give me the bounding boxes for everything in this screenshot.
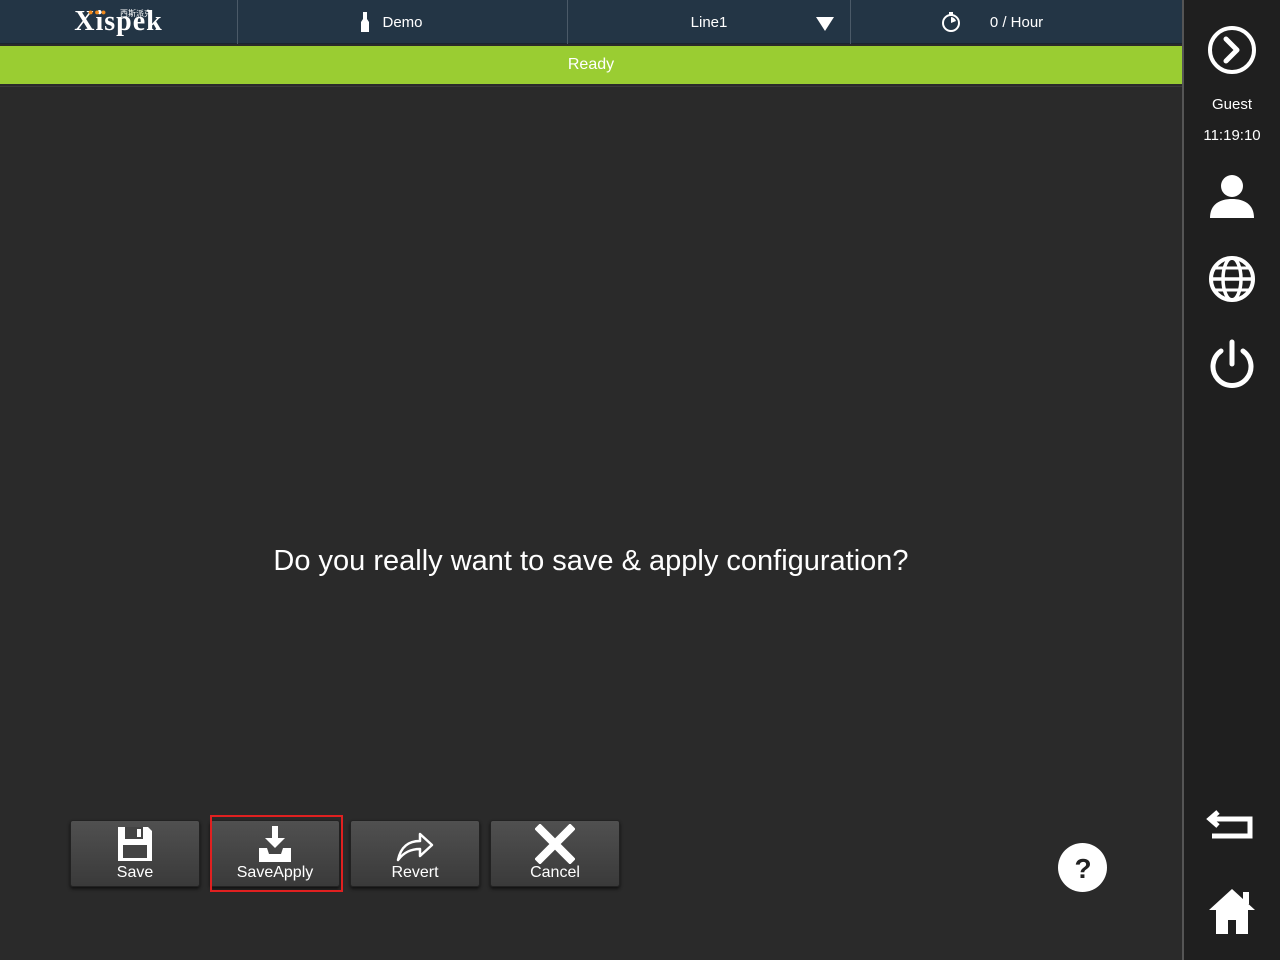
cancel-label: Cancel bbox=[530, 864, 580, 881]
logo-dots: ●●● bbox=[88, 7, 108, 17]
svg-text:?: ? bbox=[1074, 853, 1091, 883]
user-icon[interactable] bbox=[1206, 170, 1258, 222]
rate-value: 0 / Hour bbox=[989, 13, 1044, 31]
floppy-disk-icon bbox=[118, 827, 152, 861]
close-icon bbox=[535, 824, 575, 864]
help-button[interactable]: ? bbox=[1058, 843, 1107, 892]
dropdown-arrow-icon[interactable] bbox=[816, 17, 834, 31]
save-button[interactable]: Save bbox=[70, 820, 200, 887]
question-mark-icon: ? bbox=[1074, 853, 1091, 883]
save-label: Save bbox=[116, 864, 154, 881]
rate-display: 0 / Hour bbox=[851, 0, 1182, 44]
back-arrow-icon[interactable] bbox=[1206, 800, 1258, 852]
status-bar: Ready bbox=[0, 46, 1182, 84]
product-selector[interactable]: Demo bbox=[238, 0, 568, 44]
power-icon[interactable] bbox=[1206, 338, 1258, 390]
bottle-icon bbox=[361, 12, 369, 32]
logo: ●●● Xispek 西斯派克 bbox=[0, 0, 238, 44]
product-name: Demo bbox=[382, 13, 423, 31]
user-name: Guest bbox=[1211, 96, 1253, 113]
globe-icon[interactable] bbox=[1206, 253, 1258, 305]
main-panel: Do you really want to save & apply confi… bbox=[0, 86, 1182, 960]
timer-icon bbox=[942, 12, 960, 32]
status-text: Ready bbox=[567, 56, 615, 73]
revert-arrow-icon bbox=[396, 832, 434, 862]
save-apply-button[interactable]: SaveApply bbox=[210, 820, 340, 887]
line-selector[interactable]: Line1 bbox=[568, 0, 851, 44]
cancel-button[interactable]: Cancel bbox=[490, 820, 620, 887]
revert-label: Revert bbox=[391, 864, 439, 881]
revert-button[interactable]: Revert bbox=[350, 820, 480, 887]
sidebar: Guest 11:19:10 bbox=[1182, 0, 1280, 960]
save-apply-label: SaveApply bbox=[236, 864, 314, 881]
confirm-message: Do you really want to save & apply confi… bbox=[273, 545, 909, 577]
forward-circle-icon[interactable] bbox=[1206, 24, 1258, 76]
logo-subtitle: 西斯派克 bbox=[120, 9, 152, 18]
line-name: Line1 bbox=[690, 13, 728, 31]
home-icon[interactable] bbox=[1206, 886, 1258, 938]
top-bar: ●●● Xispek 西斯派克 Demo Line1 0 / Hour bbox=[0, 0, 1182, 44]
clock: 11:19:10 bbox=[1203, 127, 1261, 144]
app-window: ●●● Xispek 西斯派克 Demo Line1 0 / Hour Read… bbox=[0, 0, 1280, 960]
download-tray-icon bbox=[259, 826, 291, 862]
